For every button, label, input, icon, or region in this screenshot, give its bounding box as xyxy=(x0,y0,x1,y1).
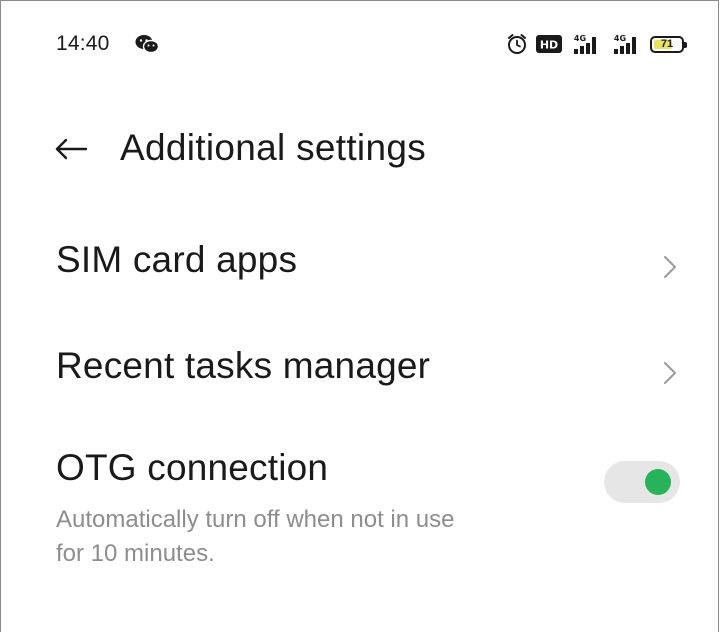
svg-text:HD: HD xyxy=(540,39,558,52)
description-line: Automatically turn off when not in use xyxy=(56,506,455,533)
settings-item-description: Automatically turn off when not in use f… xyxy=(56,503,576,571)
page-title: Additional settings xyxy=(120,127,426,168)
chevron-right-icon xyxy=(664,362,676,384)
otg-connection-toggle[interactable] xyxy=(604,461,680,503)
battery-icon: 71 xyxy=(650,35,687,53)
signal-4g-icon: 4G xyxy=(614,34,636,54)
screen: 14:40 HD 4G 4G 71 Additional settings SI… xyxy=(0,0,719,632)
settings-item-label: SIM card apps xyxy=(56,239,298,280)
header: Additional settings xyxy=(1,119,718,183)
settings-item-label: Recent tasks manager xyxy=(56,345,431,386)
settings-item-recent-tasks-manager[interactable]: Recent tasks manager xyxy=(1,327,718,417)
settings-item-label: OTG connection xyxy=(56,447,329,488)
status-time: 14:40 xyxy=(56,32,110,55)
hd-badge-icon: HD xyxy=(536,35,562,53)
settings-item-sim-card-apps[interactable]: SIM card apps xyxy=(1,223,718,313)
svg-text:4G: 4G xyxy=(574,34,586,43)
status-bar: 14:40 HD 4G 4G 71 xyxy=(1,1,718,91)
chevron-right-icon xyxy=(664,256,676,278)
svg-text:4G: 4G xyxy=(614,34,626,43)
alarm-icon xyxy=(508,34,526,54)
wechat-icon xyxy=(135,35,159,54)
back-arrow-icon xyxy=(55,138,88,160)
battery-level: 71 xyxy=(660,37,674,50)
back-button[interactable] xyxy=(51,129,91,169)
settings-item-otg-connection: OTG connection Automatically turn off wh… xyxy=(1,431,718,581)
toggle-knob xyxy=(645,469,671,495)
description-line: for 10 minutes. xyxy=(56,540,215,567)
status-icons: HD 4G 4G 71 xyxy=(506,32,688,56)
signal-4g-icon: 4G xyxy=(574,34,596,54)
